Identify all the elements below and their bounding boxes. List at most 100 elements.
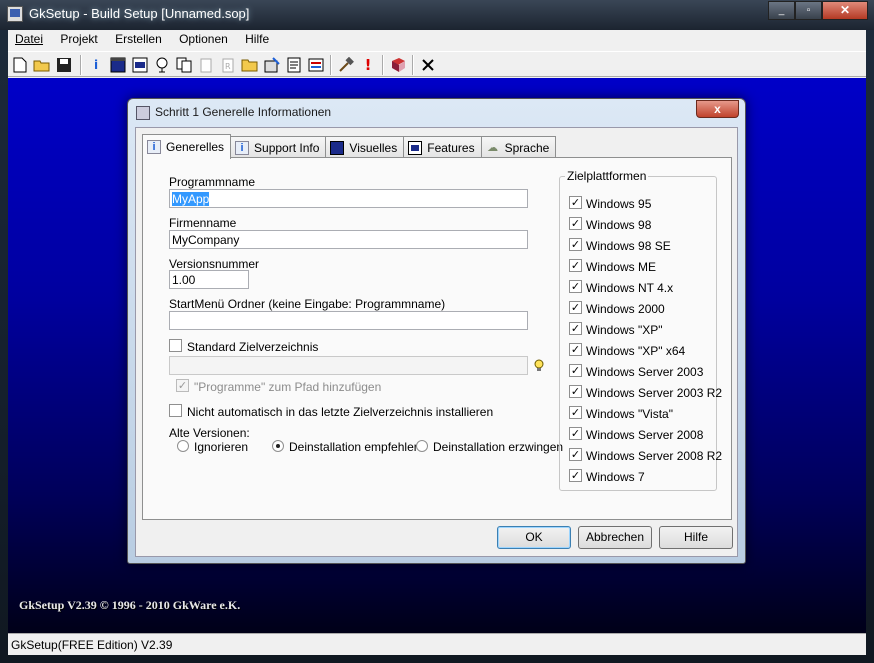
lightbulb-icon[interactable] [532, 358, 546, 372]
startmenu-field[interactable] [169, 311, 528, 330]
platform-checkbox[interactable]: ✓ [569, 196, 582, 209]
tab-label: Features [427, 140, 475, 155]
title-bar[interactable]: GkSetup - Build Setup [Unnamed.sop] _ ▫ … [0, 0, 874, 30]
caption-buttons: _ ▫ ✕ [768, 1, 868, 21]
features-icon [408, 140, 423, 155]
tab-label: Visuelles [349, 140, 398, 155]
close-icon[interactable] [418, 55, 438, 75]
platform-checkbox[interactable]: ✓ [569, 406, 582, 419]
platform-label: Windows 98 [586, 218, 652, 232]
standard-ziel-checkbox[interactable] [169, 339, 182, 352]
platform-checkbox[interactable]: ✓ [569, 301, 582, 314]
toolbar: i R ! [8, 51, 866, 77]
features-icon[interactable] [152, 55, 172, 75]
window-icon [330, 140, 345, 155]
platform-checkbox[interactable]: ✓ [569, 217, 582, 230]
help-book-icon[interactable] [388, 55, 408, 75]
platform-label: Windows 7 [586, 470, 645, 484]
menu-erstellen[interactable]: Erstellen [108, 30, 169, 50]
platform-checkbox[interactable]: ✓ [569, 427, 582, 440]
window-title: GkSetup - Build Setup [Unnamed.sop] [29, 6, 250, 21]
tab-label: Support Info [254, 140, 320, 155]
platform-checkbox[interactable]: ✓ [569, 280, 582, 293]
dialog-body: i Generelles i Support Info Visuelles Fe… [135, 127, 738, 557]
save-icon[interactable] [54, 55, 74, 75]
platform-label: Windows 95 [586, 197, 652, 211]
tab-features[interactable]: Features [403, 136, 482, 158]
info-icon: i [235, 140, 250, 155]
platform-checkbox[interactable]: ✓ [569, 238, 582, 251]
platform-checkbox[interactable]: ✓ [569, 364, 582, 377]
status-bar: GkSetup(FREE Edition) V2.39 [8, 633, 866, 655]
nicht-automatisch-checkbox[interactable] [169, 404, 182, 417]
programme-pfad-checkbox[interactable]: ✓ [176, 379, 189, 392]
menu-datei[interactable]: Datei [8, 30, 50, 50]
zielpfad-field[interactable] [169, 356, 528, 375]
firmenname-label: Firmenname [169, 216, 237, 230]
tab-strip: i Generelles i Support Info Visuelles Fe… [142, 134, 557, 159]
radio-ignorieren-label: Ignorieren [194, 440, 249, 454]
platform-label: Windows 2000 [586, 302, 665, 316]
status-text: GkSetup(FREE Edition) V2.39 [11, 638, 173, 652]
tab-visuelles[interactable]: Visuelles [325, 136, 405, 158]
maximize-button[interactable]: ▫ [795, 1, 822, 20]
minimize-button[interactable]: _ [768, 1, 795, 20]
svg-text:R: R [225, 62, 231, 71]
programmname-label: Programmname [169, 175, 256, 189]
tab-label: Sprache [504, 140, 550, 155]
tab-generelles[interactable]: i Generelles [142, 134, 232, 159]
open-icon[interactable] [32, 55, 52, 75]
menu-optionen[interactable]: Optionen [172, 30, 235, 50]
dialog-icon [136, 106, 150, 120]
menu-bar: Datei Projekt Erstellen Optionen Hilfe [8, 30, 866, 50]
alte-versionen-label: Alte Versionen: [169, 426, 250, 440]
info-icon: i [147, 140, 161, 154]
new-icon[interactable] [10, 55, 30, 75]
radio-deinstallation-empfehlen-label: Deinstallation empfehlen [289, 440, 421, 454]
tab-support-info[interactable]: i Support Info [230, 136, 327, 158]
menu-hilfe[interactable]: Hilfe [238, 30, 276, 50]
versionsnummer-field[interactable]: 1.00 [169, 270, 249, 289]
clipboard-icon[interactable] [196, 55, 216, 75]
build-icon[interactable] [336, 55, 356, 75]
ok-button[interactable]: OK [497, 526, 571, 549]
cancel-button[interactable]: Abbrechen [578, 526, 652, 549]
programmname-field[interactable]: MyApp [169, 189, 528, 208]
wizard-icon[interactable] [262, 55, 282, 75]
script-icon[interactable] [284, 55, 304, 75]
folder-icon[interactable] [240, 55, 260, 75]
warning-icon[interactable]: ! [358, 55, 378, 75]
main-window: GkSetup - Build Setup [Unnamed.sop] _ ▫ … [0, 0, 874, 663]
platform-checkbox[interactable]: ✓ [569, 448, 582, 461]
info-icon[interactable]: i [86, 55, 106, 75]
standard-ziel-label: Standard Zielverzeichnis [187, 340, 319, 354]
dialog-icon[interactable] [130, 55, 150, 75]
platform-checkbox[interactable]: ✓ [569, 259, 582, 272]
registry-icon[interactable]: R [218, 55, 238, 75]
radio-ignorieren[interactable] [177, 440, 189, 452]
platform-checkbox[interactable]: ✓ [569, 469, 582, 482]
platform-checkbox[interactable]: ✓ [569, 385, 582, 398]
app-icon[interactable] [7, 6, 23, 22]
platform-checkbox[interactable]: ✓ [569, 322, 582, 335]
platform-checkbox[interactable]: ✓ [569, 343, 582, 356]
dialog-title: Schritt 1 Generelle Informationen [155, 105, 332, 119]
close-button[interactable]: ✕ [822, 1, 868, 20]
copy-icon[interactable] [174, 55, 194, 75]
menu-projekt[interactable]: Projekt [53, 30, 104, 50]
toolbar-separator [412, 55, 414, 75]
versionsnummer-label: Versionsnummer [169, 257, 260, 271]
tab-label: Generelles [166, 140, 225, 154]
dialog-close-button[interactable]: x [696, 100, 739, 118]
uninstall-icon[interactable] [306, 55, 326, 75]
platform-label: Windows Server 2003 R2 [586, 386, 723, 400]
help-button[interactable]: Hilfe [659, 526, 733, 549]
radio-deinstallation-empfehlen[interactable] [272, 440, 284, 452]
radio-deinstallation-erzwingen[interactable] [416, 440, 428, 452]
nicht-automatisch-label: Nicht automatisch in das letzte Zielverz… [187, 405, 494, 419]
platform-label: Windows Server 2008 R2 [586, 449, 723, 463]
zielplattformen-title: Zielplattformen [565, 169, 649, 183]
tab-sprache[interactable]: ☁ Sprache [480, 136, 557, 158]
firmenname-field[interactable]: MyCompany [169, 230, 528, 249]
window-icon[interactable] [108, 55, 128, 75]
